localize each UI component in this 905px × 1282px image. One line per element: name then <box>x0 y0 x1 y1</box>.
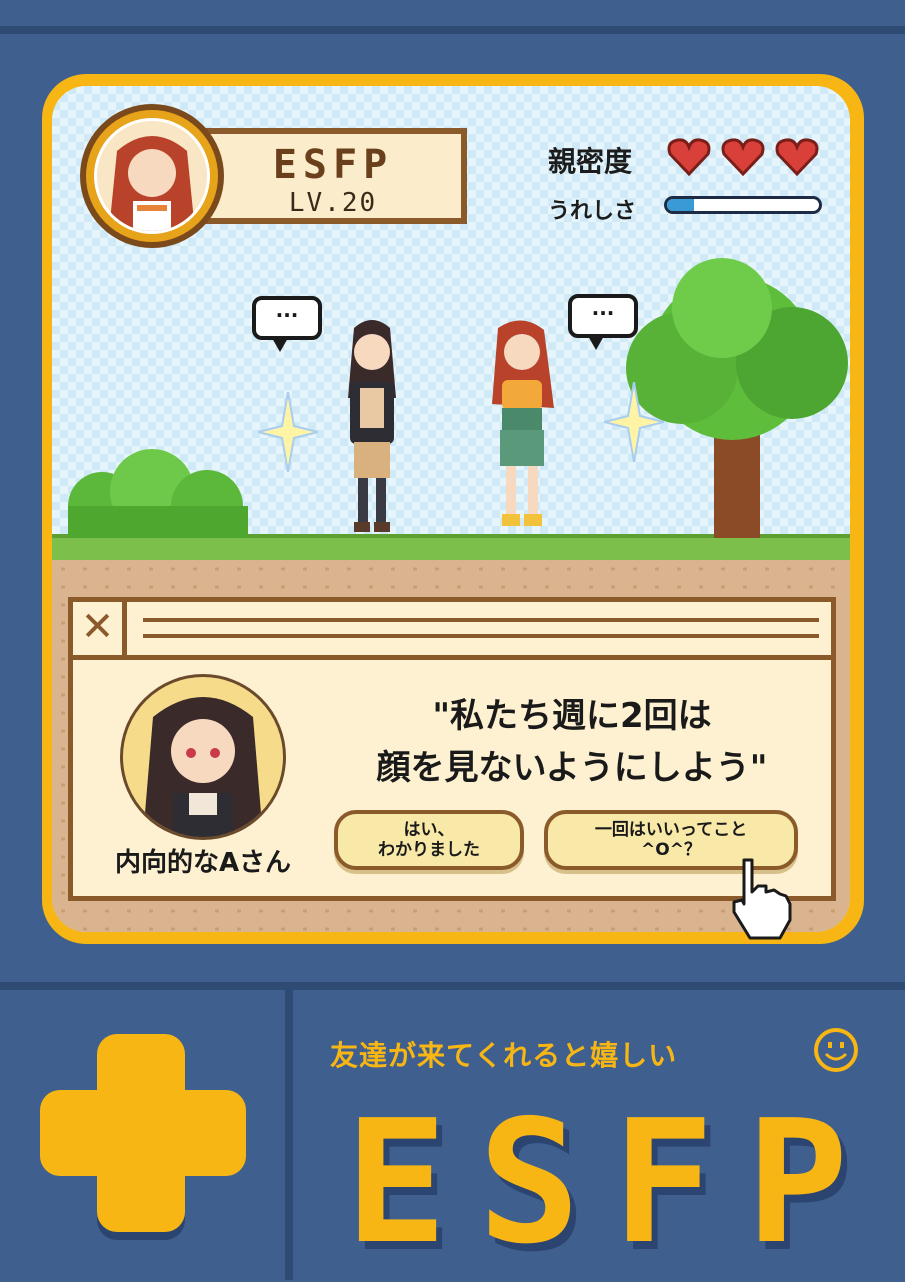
middle-border <box>0 982 905 990</box>
close-icon[interactable]: ✕ <box>73 602 127 655</box>
avatar <box>94 118 210 234</box>
happiness-bar-fill <box>667 199 695 211</box>
choice-button-yes[interactable]: はい、 わかりました <box>334 810 524 870</box>
profile-type-name: ESFP <box>272 142 394 188</box>
smiley-icon <box>814 1028 858 1072</box>
character-esfp <box>492 320 554 526</box>
titlebar-line <box>143 634 819 638</box>
bush-icon <box>68 449 248 538</box>
avatar-esfp-icon <box>109 136 195 231</box>
speaker-name: 内向的なAさん <box>114 848 292 878</box>
sparkle-icon <box>604 382 664 462</box>
big-title-letter: F <box>612 1084 715 1282</box>
dialog-titlebar: ✕ <box>73 602 831 660</box>
big-title-letter: S <box>478 1084 581 1282</box>
big-title-letter: E <box>345 1084 448 1282</box>
intimacy-label: 親密度 <box>548 145 633 178</box>
happiness-bar <box>664 196 822 214</box>
sparkle-icon <box>258 392 318 472</box>
heart-icon <box>721 138 765 176</box>
tagline: 友達が来てくれると嬉しい <box>330 1039 678 1072</box>
avatar-introvert-icon <box>143 697 263 837</box>
titlebar-line <box>143 618 819 622</box>
dialog-quote: "私たち週に2回は 顔を見ないようにしよう" <box>376 696 768 788</box>
heart-icon <box>775 138 819 176</box>
speaker-avatar <box>120 674 286 840</box>
profile-namebox: ESFP LV.20 <box>205 128 467 224</box>
happiness-label: うれしさ <box>548 199 637 224</box>
heart-icon <box>667 138 711 176</box>
dpad-plus-icon <box>97 1034 185 1232</box>
profile-level: LV.20 <box>288 188 378 218</box>
character-introvert <box>348 320 396 532</box>
bottom-divider <box>285 990 293 1280</box>
smiley-face-icon <box>824 1042 848 1061</box>
top-border <box>0 26 905 34</box>
big-title-letter: P <box>746 1084 849 1282</box>
hand-cursor-icon <box>732 858 792 940</box>
speech-bubble-right: ··· <box>568 294 638 350</box>
speech-bubble-left: ··· <box>252 296 322 352</box>
